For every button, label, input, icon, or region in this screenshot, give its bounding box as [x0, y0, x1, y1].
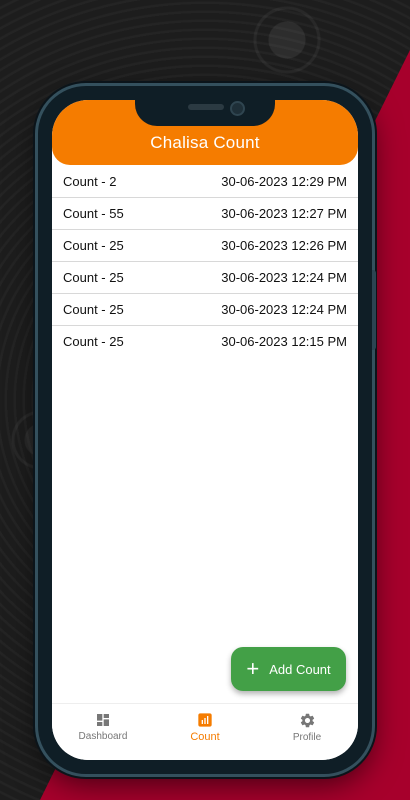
phone-speaker [188, 104, 224, 110]
count-list: Count - 2 30-06-2023 12:29 PM Count - 55… [52, 166, 358, 357]
list-item[interactable]: Count - 25 30-06-2023 12:15 PM [52, 326, 358, 357]
list-item[interactable]: Count - 55 30-06-2023 12:27 PM [52, 198, 358, 230]
count-label: Count - 55 [63, 206, 124, 221]
list-item[interactable]: Count - 25 30-06-2023 12:24 PM [52, 262, 358, 294]
count-label: Count - 2 [63, 174, 117, 189]
list-item[interactable]: Count - 25 30-06-2023 12:26 PM [52, 230, 358, 262]
nav-item-count[interactable]: Count [155, 704, 255, 743]
bottom-navigation: Dashboard Count Profile [52, 703, 358, 760]
phone-camera [230, 101, 245, 116]
page-title: Chalisa Count [150, 133, 260, 152]
count-label: Count - 25 [63, 302, 124, 317]
count-timestamp: 30-06-2023 12:15 PM [221, 334, 347, 349]
count-timestamp: 30-06-2023 12:27 PM [221, 206, 347, 221]
count-timestamp: 30-06-2023 12:26 PM [221, 238, 347, 253]
count-timestamp: 30-06-2023 12:29 PM [221, 174, 347, 189]
add-count-label: Add Count [269, 661, 331, 677]
app-screen: Chalisa Count Count - 2 30-06-2023 12:29… [52, 100, 358, 760]
nav-label-profile: Profile [292, 732, 322, 743]
nav-item-dashboard[interactable]: Dashboard [53, 704, 153, 742]
add-count-button[interactable]: + Add Count [231, 647, 346, 691]
gear-icon [300, 713, 314, 728]
nav-label-dashboard: Dashboard [78, 731, 128, 742]
count-label: Count - 25 [63, 238, 124, 253]
list-item[interactable]: Count - 2 30-06-2023 12:29 PM [52, 166, 358, 198]
nav-item-profile[interactable]: Profile [257, 704, 357, 743]
bar-chart-icon [198, 713, 212, 727]
count-timestamp: 30-06-2023 12:24 PM [221, 302, 347, 317]
list-item[interactable]: Count - 25 30-06-2023 12:24 PM [52, 294, 358, 326]
phone-side-button [372, 270, 376, 350]
count-timestamp: 30-06-2023 12:24 PM [221, 270, 347, 285]
count-label: Count - 25 [63, 270, 124, 285]
dashboard-icon [97, 714, 109, 726]
nav-label-count: Count [190, 731, 220, 743]
plus-icon: + [246, 656, 260, 681]
count-label: Count - 25 [63, 334, 124, 349]
